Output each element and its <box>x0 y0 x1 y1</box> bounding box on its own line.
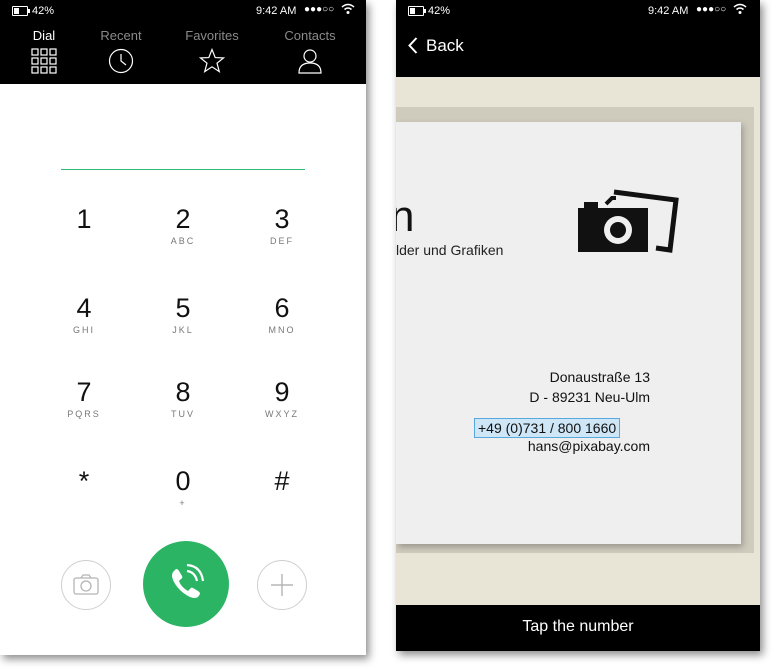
wifi-icon <box>341 3 355 18</box>
card-tagline: lder und Grafiken <box>396 242 504 258</box>
key-letters: WXYZ <box>265 409 299 419</box>
scanner-header: 42% 9:42 AM ●●●○○ Back <box>396 0 760 77</box>
key-letters: + <box>179 498 187 508</box>
hint-text: Tap the number <box>522 618 634 635</box>
key-digit: 4 <box>76 293 92 323</box>
number-input-underline <box>61 169 305 170</box>
business-card: n lder und Grafiken Donaustraße 13 D - 8… <box>396 122 741 544</box>
key-digit: 1 <box>76 204 92 234</box>
key-letters: PQRS <box>67 409 101 419</box>
key-digit: # <box>274 466 290 496</box>
battery-percentage: 42% <box>32 5 55 17</box>
key-digit: 2 <box>175 204 191 234</box>
camera-preview: n lder und Grafiken Donaustraße 13 D - 8… <box>396 77 760 605</box>
camera-logo-icon <box>578 189 679 253</box>
tab-contacts[interactable]: Contacts <box>270 28 350 74</box>
card-city: D - 89231 Neu-Ulm <box>529 389 650 405</box>
key-8[interactable]: 8 TUV <box>143 377 223 419</box>
key-letters: TUV <box>171 409 195 419</box>
tab-favorites-label: Favorites <box>185 28 239 43</box>
key-hash[interactable]: # <box>242 466 322 498</box>
tab-recent[interactable]: Recent <box>81 28 161 74</box>
card-street: Donaustraße 13 <box>549 369 650 385</box>
key-letters: DEF <box>270 236 294 246</box>
key-digit: 9 <box>274 377 290 407</box>
number-input[interactable] <box>61 130 305 166</box>
star-icon <box>199 48 225 73</box>
chevron-left-icon <box>408 37 418 54</box>
key-digit: 7 <box>76 377 92 407</box>
key-4[interactable]: 4 GHI <box>44 293 124 335</box>
scanner-screen: 42% 9:42 AM ●●●○○ Back n lder und Grafik… <box>396 0 760 651</box>
tab-dial[interactable]: Dial <box>4 28 84 74</box>
key-star[interactable]: * <box>44 466 124 498</box>
plus-icon <box>271 574 293 596</box>
key-5[interactable]: 5 JKL <box>143 293 223 335</box>
key-9[interactable]: 9 WXYZ <box>242 377 322 419</box>
phone-call-icon <box>172 563 205 598</box>
key-digit: 3 <box>274 204 290 234</box>
status-bar: 42% 9:42 AM ●●●○○ <box>0 0 366 24</box>
key-digit: 8 <box>175 377 191 407</box>
person-icon <box>298 49 322 74</box>
status-bar: 42% 9:42 AM ●●●○○ <box>396 0 760 24</box>
call-button[interactable] <box>143 541 229 627</box>
battery-percentage: 42% <box>428 5 451 17</box>
hint-bar: Tap the number <box>396 605 760 651</box>
clock-icon <box>108 48 134 74</box>
card-logo-text: n <box>396 192 415 241</box>
key-2[interactable]: 2 ABC <box>143 204 223 246</box>
tab-favorites[interactable]: Favorites <box>172 28 252 74</box>
signal-icon: ●●●○○ <box>304 4 335 15</box>
keypad-grid-icon <box>31 48 57 74</box>
dialer-header: 42% 9:42 AM ●●●○○ Dial Recent Favorites … <box>0 0 366 84</box>
tab-dial-label: Dial <box>32 28 56 43</box>
key-6[interactable]: 6 MNO <box>242 293 322 335</box>
tab-recent-label: Recent <box>100 28 142 43</box>
key-digit: * <box>78 466 90 496</box>
add-contact-button[interactable] <box>257 560 307 610</box>
signal-icon: ●●●○○ <box>696 4 727 15</box>
key-7[interactable]: 7 PQRS <box>44 377 124 419</box>
card-email: hans@pixabay.com <box>527 438 650 454</box>
back-button[interactable]: Back <box>408 36 464 56</box>
key-digit: 5 <box>175 293 191 323</box>
key-letters: MNO <box>268 325 296 335</box>
key-1[interactable]: 1 <box>44 204 124 236</box>
key-3[interactable]: 3 DEF <box>242 204 322 246</box>
status-time: 9:42 AM <box>648 5 689 17</box>
battery-icon <box>12 6 30 16</box>
dialer-screen: 42% 9:42 AM ●●●○○ Dial Recent Favorites … <box>0 0 366 655</box>
battery-icon <box>408 6 426 16</box>
key-letters: GHI <box>72 325 95 335</box>
key-digit: 0 <box>175 466 191 496</box>
key-letters: ABC <box>170 236 196 246</box>
detected-phone-number[interactable]: +49 (0)731 / 800 1660 <box>474 418 621 438</box>
key-digit: 6 <box>274 293 290 323</box>
key-letters: JKL <box>172 325 194 335</box>
scan-camera-button[interactable] <box>61 560 111 610</box>
tab-contacts-label: Contacts <box>284 28 336 43</box>
back-label: Back <box>426 36 464 55</box>
key-0[interactable]: 0 + <box>143 466 223 508</box>
camera-icon <box>73 574 99 595</box>
status-time: 9:42 AM <box>256 5 297 17</box>
wifi-icon <box>733 3 747 18</box>
